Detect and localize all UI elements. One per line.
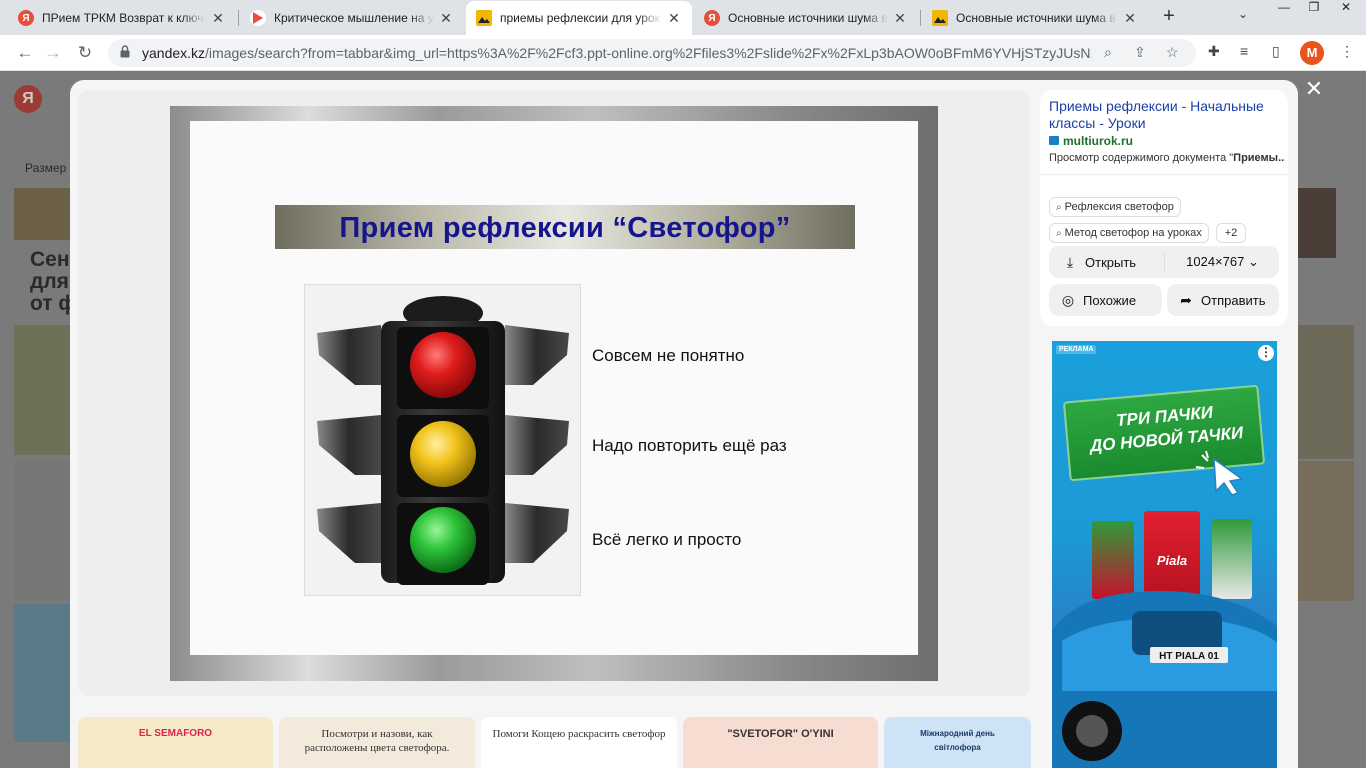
lens-icon: ◎ [1061, 292, 1075, 308]
browser-tab[interactable]: Основные источники шума в окр ✕ [922, 1, 1148, 35]
background-thumbnail [14, 325, 70, 455]
background-thumbnail [1298, 461, 1354, 601]
image-viewport: Прием рефлексии “Светофор” Совсем не пон… [78, 90, 1030, 696]
more-menu-icon[interactable]: ⋮ [1340, 43, 1354, 60]
cursor-pointer-icon [1195, 450, 1244, 496]
size-filter: Размер [25, 161, 67, 175]
slide-item-green: Всё легко и просто [592, 530, 742, 549]
close-tab-icon[interactable]: ✕ [666, 10, 682, 27]
slide-title: Прием рефлексии “Светофор” [339, 212, 791, 244]
url-domain: yandex.kz [142, 45, 206, 61]
slide-canvas: Прием рефлексии “Светофор” Совсем не пон… [190, 121, 918, 655]
background-thumbnail [14, 604, 70, 742]
images-favicon-icon [932, 10, 948, 26]
ad-menu-icon[interactable]: ⋮ [1258, 345, 1274, 361]
url-path: /images/search?from=tabbar&img_url=https… [205, 45, 1092, 61]
close-window-icon[interactable]: ✕ [1330, 0, 1362, 18]
tab-strip: Я ПРием ТРКМ Возврат к ключевы ✕ Критиче… [0, 0, 1366, 35]
search-icon[interactable]: ⌕ [1104, 44, 1112, 61]
slide-title-bar: Прием рефлексии “Светофор” [275, 205, 855, 249]
extensions-icon[interactable]: ✚ [1208, 43, 1220, 60]
restore-window-icon[interactable]: ❐ [1298, 0, 1330, 18]
similar-thumbnail[interactable]: Міжнародний день світлофора [884, 717, 1031, 768]
minimize-window-icon[interactable]: — [1268, 0, 1300, 18]
advertisement-banner[interactable]: РЕКЛАМА ⋮ ТРИ ПАЧКИ ДО НОВОЙ ТАЧКИ Piala … [1052, 341, 1277, 768]
back-arrow-icon[interactable]: ← [14, 42, 36, 64]
site-favicon-icon [1049, 136, 1059, 145]
related-search-chip[interactable]: ⌕ Метод светофор на уроках [1049, 223, 1209, 243]
share-arrow-icon: ➦ [1180, 292, 1192, 308]
browser-toolbar: ← → ↻ yandex.kz/images/search?from=tabba… [0, 35, 1366, 71]
slide-item-yellow: Надо повторить ещё раз [592, 436, 787, 455]
images-favicon-icon [476, 10, 492, 26]
traffic-light-image [304, 284, 581, 596]
close-modal-icon[interactable]: ✕ [1303, 76, 1325, 102]
bookmark-star-icon[interactable]: ☆ [1166, 44, 1179, 61]
divider [1040, 174, 1288, 175]
divider [1164, 252, 1165, 272]
traffic-light-icon [317, 296, 569, 585]
presentation-favicon-icon [250, 10, 266, 26]
background-thumbnail [1298, 325, 1354, 459]
image-viewer-modal: Прием рефлексии “Светофор” Совсем не пон… [70, 80, 1298, 768]
background-thumbnail [1298, 188, 1336, 258]
similar-images-button[interactable]: ◎ Похожие [1049, 284, 1162, 316]
tab-separator [238, 10, 239, 26]
tab-title: ПРием ТРКМ Возврат к ключевы [42, 11, 206, 25]
similar-thumbnail[interactable]: EL SEMAFORO [78, 717, 273, 768]
media-control-icon[interactable]: ≡ [1240, 43, 1248, 59]
chevron-down-icon[interactable]: ⌄ [1238, 7, 1248, 21]
source-domain[interactable]: multiurok.ru [1049, 134, 1133, 148]
open-image-button[interactable]: ⤓ Открыть [1049, 246, 1161, 278]
related-search-chip[interactable]: ⌕ Рефлексия светофор [1049, 197, 1181, 217]
close-tab-icon[interactable]: ✕ [438, 10, 454, 27]
forward-arrow-icon[interactable]: → [42, 42, 64, 64]
car-image: НТ PIALA 01 [1052, 591, 1277, 768]
close-tab-icon[interactable]: ✕ [892, 10, 908, 27]
slide-item-red: Совсем не понятно [592, 346, 745, 365]
close-tab-icon[interactable]: ✕ [210, 10, 226, 27]
source-description: Просмотр содержимого документа "Приемы..… [1049, 152, 1285, 164]
yandex-favicon-icon: Я [704, 10, 720, 26]
background-thumbnail [14, 461, 70, 601]
search-icon: ⌕ [1056, 202, 1062, 213]
tab-separator [920, 10, 921, 26]
image-info-panel: Приемы рефлексии - Начальные классы - Ур… [1040, 90, 1288, 326]
browser-tab[interactable]: Критическое мышление на урок ✕ [240, 1, 464, 35]
lock-icon [120, 45, 130, 58]
resolution-dropdown[interactable]: 1024×767 ⌄ [1166, 246, 1279, 278]
download-icon: ⤓ [1066, 254, 1074, 270]
new-tab-icon[interactable]: + [1158, 6, 1180, 28]
reload-icon[interactable]: ↻ [74, 42, 96, 64]
similar-thumbnail[interactable]: "SVETOFOR" O'YINI [683, 717, 878, 768]
chevron-down-icon: ⌄ [1247, 254, 1259, 269]
search-icon: ⌕ [1056, 228, 1062, 239]
source-page-title[interactable]: Приемы рефлексии - Начальные классы - Ур… [1049, 98, 1289, 132]
background-thumbnail [14, 188, 70, 240]
more-chips-button[interactable]: +2 [1216, 223, 1246, 243]
browser-tab[interactable]: Я ПРием ТРКМ Возврат к ключевы ✕ [8, 1, 236, 35]
tab-title: Критическое мышление на урок [274, 11, 434, 25]
profile-avatar[interactable]: M [1300, 41, 1324, 65]
tab-title: Основные источники шума в окр [956, 11, 1118, 25]
browser-tab[interactable]: Я Основные источники шума в окр ✕ [694, 1, 918, 35]
address-bar[interactable]: yandex.kz/images/search?from=tabbar&img_… [108, 39, 1196, 67]
browser-tab-active[interactable]: приемы рефлексии для уроков с ✕ [466, 1, 692, 35]
yandex-logo: Я [14, 85, 42, 113]
svg-text:НТ PIALA 01: НТ PIALA 01 [1159, 651, 1219, 662]
ad-label: РЕКЛАМА [1056, 345, 1097, 354]
share-button[interactable]: ➦ Отправить [1167, 284, 1279, 316]
slide-image[interactable]: Прием рефлексии “Светофор” Совсем не пон… [170, 106, 938, 681]
close-tab-icon[interactable]: ✕ [1122, 10, 1138, 27]
similar-thumbnail[interactable]: Посмотри и назови, как расположены цвета… [279, 717, 475, 768]
similar-thumbnail[interactable]: Помоги Кощею раскрасить светофор [481, 717, 677, 768]
side-panel-icon[interactable]: ▯ [1272, 43, 1280, 60]
url-text[interactable]: yandex.kz/images/search?from=tabbar&img_… [142, 45, 1092, 61]
tab-title: Основные источники шума в окр [728, 11, 888, 25]
yandex-favicon-icon: Я [18, 10, 34, 26]
tab-title: приемы рефлексии для уроков с [500, 11, 662, 25]
share-icon[interactable]: ⇪ [1134, 44, 1146, 61]
